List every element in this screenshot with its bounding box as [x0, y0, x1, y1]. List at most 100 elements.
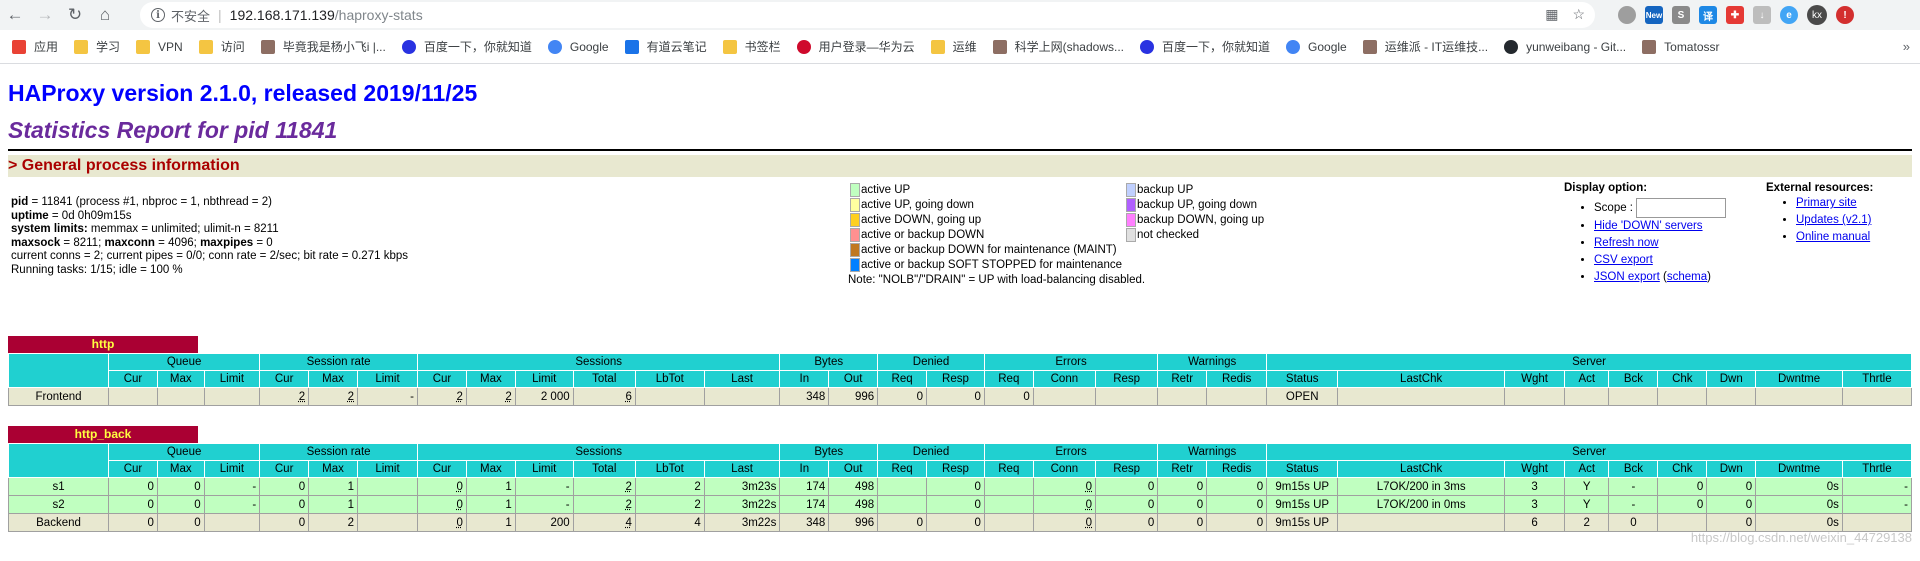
bookmark-item[interactable]: 科学上网(shadows... [992, 38, 1125, 55]
extension-circle-icon[interactable] [1618, 6, 1636, 24]
extension-flag-icon[interactable]: ✚ [1726, 6, 1744, 24]
hide-down-link[interactable]: Hide 'DOWN' servers [1594, 220, 1703, 232]
extension-download-icon[interactable]: ↓ [1753, 6, 1771, 24]
refresh-now-link[interactable]: Refresh now [1594, 237, 1659, 249]
updates-link[interactable]: Updates (v2.1) [1796, 214, 1871, 226]
table-cell: 0 [156, 495, 205, 514]
extension-new-icon[interactable]: New [1645, 6, 1663, 24]
cell-value: 0 [916, 516, 924, 529]
bookmark-item[interactable]: Google [547, 39, 609, 54]
proxy-stats-table: Queue Session rate Sessions Bytes Denied Erro… [7, 353, 1913, 406]
table-cell: 0 [926, 495, 985, 514]
bookmark-item[interactable]: 百度一下，你就知道 [1140, 38, 1270, 55]
extension-translate-icon[interactable]: 译 [1699, 6, 1717, 24]
row-name-cell[interactable]: Frontend [7, 387, 110, 406]
bookmark-star-icon[interactable]: ☆ [1572, 6, 1585, 23]
bookmark-item[interactable]: VPN [136, 39, 183, 54]
cell-value: 0 [1696, 480, 1704, 493]
address-bar[interactable]: i 不安全 | 192.168.171.139/haproxy-stats ▦ … [140, 2, 1595, 28]
row-name-label: s2 [52, 498, 65, 511]
external-resources-heading: External resources: [1766, 182, 1874, 194]
info-icon[interactable]: i [151, 8, 165, 22]
cell-value: 0 [1085, 498, 1092, 511]
extension-s-icon[interactable]: S [1672, 6, 1690, 24]
column-header: Last [703, 370, 781, 388]
table-cell [1157, 387, 1208, 406]
proxy-name-tab[interactable]: http [8, 336, 198, 353]
row-name-cell[interactable]: s2 [7, 495, 110, 514]
bookmark-item[interactable]: 访问 [198, 38, 245, 55]
cell-value: 1 [505, 516, 512, 529]
cell-value: 2 [505, 390, 512, 403]
schema-link[interactable]: schema [1667, 271, 1707, 283]
reload-icon[interactable]: ↻ [60, 0, 90, 30]
cell-value: - [565, 480, 570, 493]
bookmark-item[interactable]: Google [1286, 39, 1347, 54]
column-header: Chk [1657, 370, 1708, 388]
table-cell: 0 [983, 387, 1034, 406]
legend-label: backup DOWN, going up [1137, 214, 1265, 227]
cell-value: 174 [806, 498, 826, 511]
cell-value: 2 [694, 498, 701, 511]
column-header: Out [828, 460, 879, 478]
bookmark-item[interactable]: Tomatossr [1642, 39, 1720, 54]
translate-icon[interactable]: ▦ [1545, 6, 1558, 23]
pid-key: pid [11, 196, 29, 208]
table-cell [1094, 387, 1159, 406]
google-icon [1286, 39, 1301, 54]
cell-value: 0s [1826, 480, 1839, 493]
bookmarks-overflow-icon[interactable]: » [1903, 39, 1910, 54]
column-header: Thrtle [1841, 370, 1913, 388]
table-cell: - [514, 495, 574, 514]
table-cell [1841, 387, 1913, 406]
extension-e-icon[interactable]: e [1780, 6, 1798, 24]
avatar[interactable]: kx [1807, 5, 1827, 25]
online-manual-link[interactable]: Online manual [1796, 231, 1870, 243]
bookmark-item[interactable]: 运维派 - IT运维技... [1362, 38, 1488, 55]
bookmark-item[interactable]: 应用 [12, 38, 58, 55]
column-header: Limit [356, 370, 419, 388]
maxsock-key: maxsock [11, 236, 61, 249]
extension-alert-icon[interactable]: ! [1836, 6, 1854, 24]
csv-export-link[interactable]: CSV export [1594, 254, 1653, 266]
scope-input[interactable] [1636, 198, 1727, 218]
column-header: Max [308, 370, 358, 388]
column-header: Act [1564, 370, 1610, 388]
bookmark-item[interactable]: 有道云笔记 [624, 38, 707, 55]
apps-icon [12, 39, 26, 54]
running-tasks-line: Running tasks: 1/15; idle = 100 % [11, 263, 183, 276]
table-cell: 6 [572, 387, 636, 406]
scope-item: Scope : [1594, 198, 1727, 218]
primary-site-link[interactable]: Primary site [1796, 197, 1857, 209]
bookmark-item[interactable]: 百度一下，你就知道 [401, 38, 532, 55]
bookmark-item[interactable]: 毕竟我是杨小飞i |... [260, 38, 386, 55]
bookmark-item[interactable]: yunweibang - Git... [1504, 39, 1626, 54]
bookmark-item[interactable]: 学习 [74, 38, 120, 55]
forward-arrow-icon[interactable]: → [30, 0, 60, 30]
table-cell [877, 477, 928, 496]
table-cell: 0 [1157, 495, 1208, 514]
table-cell [356, 495, 419, 514]
home-icon[interactable]: ⌂ [90, 0, 120, 30]
json-export-link[interactable]: JSON export [1594, 271, 1660, 283]
row-name-cell[interactable]: s1 [7, 477, 110, 496]
bookmark-item[interactable]: 用户登录—华为云 [796, 38, 915, 55]
table-cell [1032, 387, 1097, 406]
bookmark-item[interactable]: 书签栏 [722, 38, 781, 55]
cell-value: 0 [298, 480, 306, 493]
table-cell: 1 [308, 477, 358, 496]
column-header: Dwntme [1755, 370, 1843, 388]
bookmark-label: 科学上网(shadows... [1014, 40, 1125, 54]
row-name-cell[interactable]: Backend [7, 513, 110, 532]
table-cell: 0 [108, 513, 158, 532]
table-cell [1608, 387, 1659, 406]
limits-key: system limits: [11, 223, 88, 236]
folder-icon [136, 39, 151, 54]
table-cell: 0 [156, 513, 205, 532]
bookmark-icon [260, 39, 275, 54]
cell-value: 0 [1745, 516, 1753, 529]
back-arrow-icon[interactable]: ← [0, 0, 30, 30]
browser-toolbar: ← → ↻ ⌂ i 不安全 | 192.168.171.139/haproxy-… [0, 0, 1920, 30]
bookmark-item[interactable]: 运维 [930, 38, 977, 55]
proxy-name-tab[interactable]: http_back [8, 426, 198, 443]
